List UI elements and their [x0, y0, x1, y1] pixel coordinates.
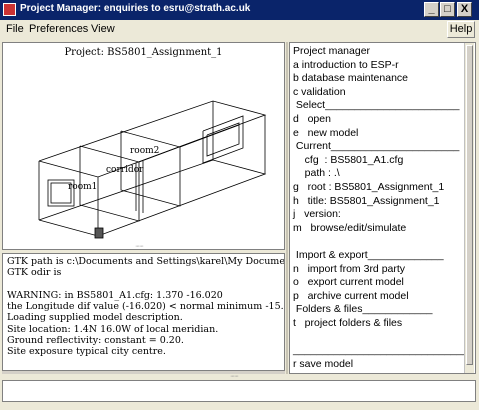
- door-marker: [94, 227, 104, 239]
- feedback-line: WARNING: in BS5801_A1.cfg: 1.370 -16.020: [7, 289, 223, 301]
- menu-file[interactable]: File: [6, 23, 24, 35]
- label-room1: room1: [68, 182, 97, 192]
- menu-item-database[interactable]: b database maintenance: [290, 72, 475, 86]
- menu-item-validation[interactable]: c validation: [290, 86, 475, 100]
- text-pane-scrollbar[interactable]: [2, 371, 285, 374]
- menu-item-new-model[interactable]: e new model: [290, 127, 475, 141]
- feedback-line: Site exposure typical city centre.: [7, 346, 166, 358]
- menu-spacer: [290, 235, 475, 249]
- menu-preferences[interactable]: Preferences: [29, 23, 88, 35]
- menu-item-export[interactable]: o export current model: [290, 276, 475, 290]
- menu-item-introduction[interactable]: a introduction to ESP-r: [290, 59, 475, 73]
- model-graphic-view[interactable]: Project: BS5801_Assignment_1 room2 corri…: [2, 42, 285, 250]
- menu-info-path: path : .\: [293, 167, 340, 180]
- menu-item-save-model[interactable]: r save model: [290, 358, 475, 372]
- window-2: [202, 115, 244, 164]
- bottom-resize-grip[interactable]: ······: [230, 373, 239, 380]
- vertical-splitter[interactable]: [286, 42, 288, 374]
- window-title: Project Manager: enquiries to esru@strat…: [20, 3, 251, 14]
- menu-item-version[interactable]: j version:: [290, 208, 475, 222]
- maximize-button[interactable]: □: [440, 2, 455, 17]
- graphic-resize-grip[interactable]: ······: [135, 243, 144, 250]
- command-input-field[interactable]: [2, 380, 476, 402]
- feedback-line: GTK path is c:\Documents and Settings\ka…: [7, 256, 285, 267]
- menu-item-folders[interactable]: t project folders & files: [290, 317, 475, 331]
- menu-item-archive[interactable]: p archive current model: [290, 290, 475, 304]
- menu-section-current: Current______________________: [293, 140, 460, 153]
- help-button[interactable]: Help: [447, 21, 475, 38]
- bottom-bar: [0, 380, 479, 410]
- menu-section-folders: Folders & files____________: [293, 303, 433, 316]
- feedback-line: the Longitude dif value (-16.020) < norm…: [7, 301, 285, 313]
- menu-spacer: [290, 330, 475, 344]
- menu-divider: ______________________________: [293, 344, 469, 357]
- menu-item-title[interactable]: h title: BS5801_Assignment_1: [290, 195, 475, 209]
- menu-heading: Project manager: [293, 45, 371, 57]
- feedback-line: Site location: 1.4N 16.0W of local merid…: [7, 323, 219, 335]
- menu-section-select: Select_______________________: [293, 99, 460, 112]
- menu-section-import-export: Import & export_____________: [293, 248, 444, 261]
- label-corridor: corridor: [106, 165, 144, 175]
- menu-item-open[interactable]: d open: [290, 113, 475, 127]
- label-room2: room2: [130, 146, 159, 156]
- app-icon: [3, 3, 16, 16]
- text-feedback-pane[interactable]: GTK path is c:\Documents and Settings\ka…: [2, 253, 285, 371]
- minimize-button[interactable]: _: [424, 2, 439, 17]
- menu-info-cfg: cfg : BS5801_A1.cfg: [293, 153, 404, 166]
- feedback-line: Ground reflectivity: constant = 0.20.: [7, 335, 184, 347]
- feedback-line: Loading supplied model description.: [7, 312, 183, 324]
- menu-scrollbar-thumb[interactable]: [466, 45, 473, 365]
- menu-item-import[interactable]: n import from 3rd party: [290, 263, 475, 277]
- title-bar: Project Manager: enquiries to esru@strat…: [0, 0, 479, 20]
- command-menu[interactable]: Project manager a introduction to ESP-r …: [289, 42, 476, 374]
- menu-bar: File Preferences View Help: [0, 20, 479, 40]
- feedback-line: GTK odir is: [7, 267, 62, 279]
- menu-item-browse[interactable]: m browse/edit/simulate: [290, 222, 475, 236]
- menu-item-root[interactable]: g root : BS5801_Assignment_1: [290, 181, 475, 195]
- wireframe-model: room2 corridor room1: [38, 100, 267, 239]
- menu-scrollbar[interactable]: [464, 43, 474, 373]
- close-button[interactable]: X: [457, 2, 472, 17]
- feedback-line: [3, 279, 284, 290]
- menu-view[interactable]: View: [91, 23, 115, 35]
